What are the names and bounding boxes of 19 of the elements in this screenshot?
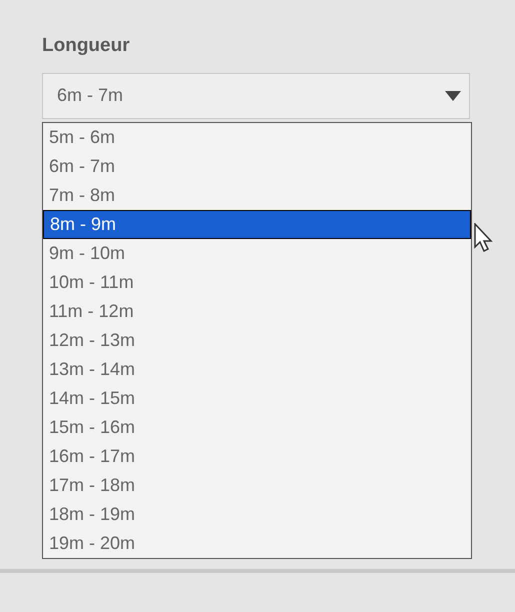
dropdown-option[interactable]: 16m - 17m: [43, 442, 471, 470]
dropdown-option[interactable]: 10m - 11m: [43, 268, 471, 296]
mouse-pointer-icon: [473, 222, 493, 252]
dropdown-option[interactable]: 15m - 16m: [43, 412, 471, 442]
dropdown-option[interactable]: 14m - 15m: [43, 384, 471, 412]
dropdown-option[interactable]: 6m - 7m: [43, 152, 471, 180]
dropdown-option[interactable]: 8m - 9m: [43, 210, 471, 238]
dropdown-option[interactable]: 12m - 13m: [43, 326, 471, 354]
length-select[interactable]: 6m - 7m: [42, 72, 470, 118]
dropdown-option[interactable]: 18m - 19m: [43, 500, 471, 528]
field-label: Longueur: [42, 34, 130, 58]
dropdown-option[interactable]: 19m - 20m: [43, 528, 471, 558]
dropdown-option[interactable]: 7m - 8m: [43, 180, 471, 210]
dropdown-option[interactable]: 13m - 14m: [43, 354, 471, 384]
dropdown-option[interactable]: 9m - 10m: [43, 238, 471, 268]
dropdown-option[interactable]: 17m - 18m: [43, 470, 471, 500]
caret-icon: [445, 90, 461, 100]
dropdown-option[interactable]: 11m - 12m: [43, 296, 471, 326]
dropdown-option[interactable]: 5m - 6m: [43, 122, 471, 152]
